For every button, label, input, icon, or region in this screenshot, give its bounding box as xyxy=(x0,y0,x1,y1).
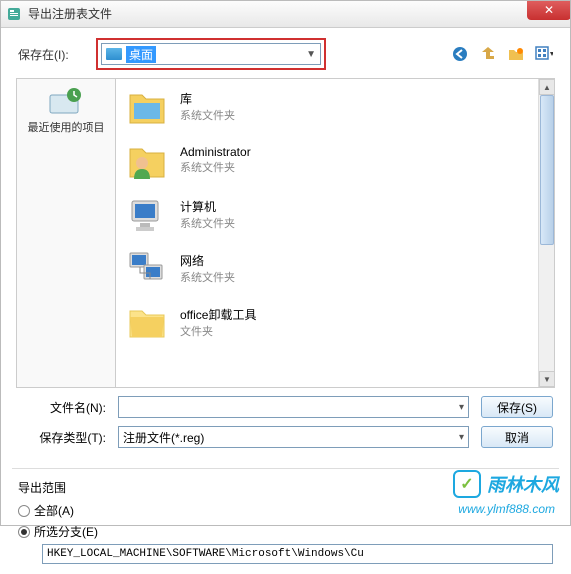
watermark-text: 雨林木风 xyxy=(487,471,559,497)
file-type: 系统文件夹 xyxy=(180,215,235,231)
list-item[interactable]: Administrator 系统文件夹 xyxy=(116,133,554,187)
save-in-label: 保存在(I): xyxy=(18,46,88,63)
filename-label: 文件名(N): xyxy=(18,399,118,416)
list-item[interactable]: 网络 系统文件夹 xyxy=(116,241,554,295)
new-folder-icon[interactable] xyxy=(507,45,525,63)
window-title: 导出注册表文件 xyxy=(28,5,112,22)
desktop-icon xyxy=(106,48,122,60)
list-item[interactable]: 计算机 系统文件夹 xyxy=(116,187,554,241)
scroll-down-icon[interactable]: ▼ xyxy=(539,371,555,387)
location-value: 桌面 xyxy=(126,46,156,63)
radio-branch[interactable] xyxy=(18,526,30,538)
place-label: 最近使用的项目 xyxy=(21,119,111,135)
file-type: 系统文件夹 xyxy=(180,269,235,285)
scrollbar[interactable]: ▲ ▼ xyxy=(538,79,554,387)
nav-icons xyxy=(451,45,553,63)
file-type: 系统文件夹 xyxy=(180,159,251,175)
cancel-button[interactable]: 取消 xyxy=(481,426,553,448)
save-button[interactable]: 保存(S) xyxy=(481,396,553,418)
main-area: 最近使用的项目 库 系统文件夹 Administrator 系统文件夹 xyxy=(0,78,571,388)
filename-input[interactable]: ▾ xyxy=(118,396,469,418)
file-type: 文件夹 xyxy=(180,323,256,339)
library-icon xyxy=(126,85,168,127)
file-name: 网络 xyxy=(180,252,235,269)
app-icon xyxy=(6,6,22,22)
filetype-label: 保存类型(T): xyxy=(18,429,118,446)
list-item[interactable]: office卸载工具 文件夹 xyxy=(116,295,554,349)
filetype-dropdown[interactable]: 注册文件(*.reg) ▾ xyxy=(118,426,469,448)
places-bar: 最近使用的项目 xyxy=(16,78,116,388)
branch-input[interactable] xyxy=(42,544,553,564)
separator xyxy=(12,468,559,469)
file-type: 系统文件夹 xyxy=(180,107,235,123)
file-name: office卸载工具 xyxy=(180,306,256,323)
file-name: Administrator xyxy=(180,145,251,159)
folder-icon xyxy=(126,301,168,343)
scroll-up-icon[interactable]: ▲ xyxy=(539,79,555,95)
computer-icon xyxy=(126,193,168,235)
watermark-badge-icon: ✓ xyxy=(453,470,481,498)
chevron-down-icon[interactable]: ▾ xyxy=(459,402,464,413)
file-name: 库 xyxy=(180,90,235,107)
view-menu-icon[interactable] xyxy=(535,45,553,63)
chevron-down-icon[interactable]: ▾ xyxy=(459,432,464,443)
list-item[interactable]: 库 系统文件夹 xyxy=(116,79,554,133)
up-icon[interactable] xyxy=(479,45,497,63)
back-icon[interactable] xyxy=(451,45,469,63)
file-name: 计算机 xyxy=(180,198,235,215)
radio-all-label: 全部(A) xyxy=(34,502,74,519)
radio-all[interactable] xyxy=(18,505,30,517)
network-icon xyxy=(126,247,168,289)
location-dropdown[interactable]: 桌面 ▼ xyxy=(101,43,321,65)
location-highlight: 桌面 ▼ xyxy=(96,38,326,70)
watermark-url: www.ylmf888.com xyxy=(458,502,555,516)
place-recent[interactable]: 最近使用的项目 xyxy=(17,83,115,139)
watermark: ✓ 雨林木风 xyxy=(453,470,559,498)
bottom-fields: 文件名(N): ▾ 保存(S) 保存类型(T): 注册文件(*.reg) ▾ 取… xyxy=(0,388,571,464)
toolbar: 保存在(I): 桌面 ▼ xyxy=(0,28,571,78)
scroll-thumb[interactable] xyxy=(540,95,554,245)
user-icon xyxy=(126,139,168,181)
file-list: 库 系统文件夹 Administrator 系统文件夹 计算机 系统文件夹 xyxy=(116,78,555,388)
close-button[interactable]: ✕ xyxy=(527,0,571,20)
recent-icon xyxy=(21,87,111,117)
titlebar: 导出注册表文件 ✕ xyxy=(0,0,571,28)
chevron-down-icon: ▼ xyxy=(306,49,316,60)
